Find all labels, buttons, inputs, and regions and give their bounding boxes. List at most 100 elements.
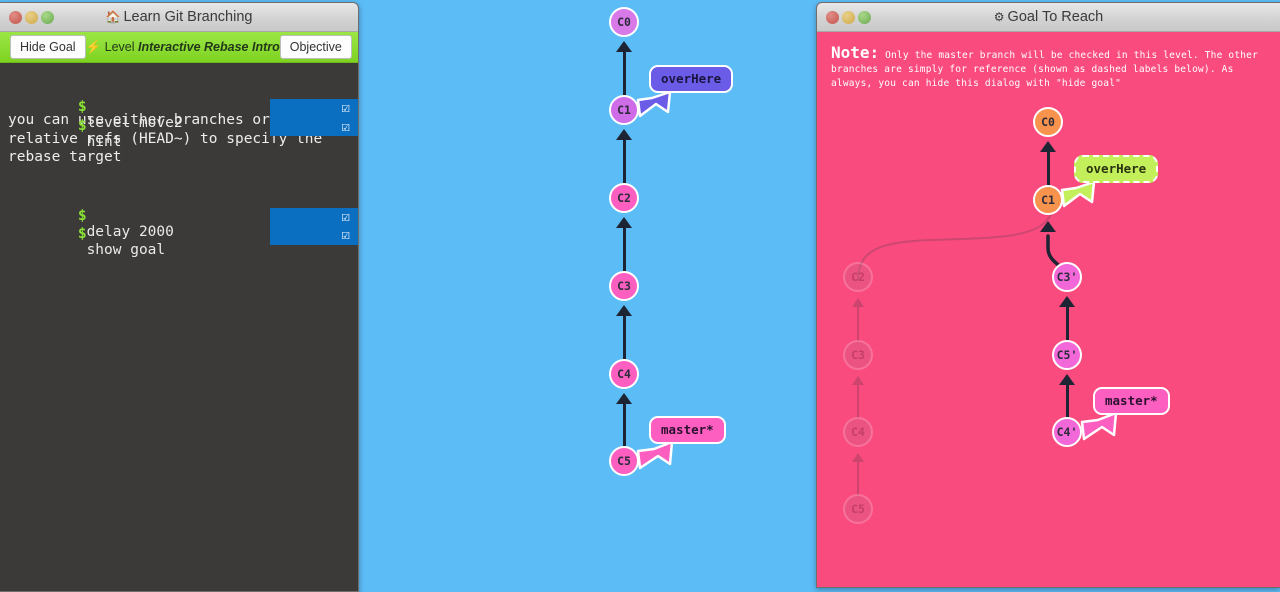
commit-node[interactable]: C2: [843, 262, 873, 292]
goal-note-heading: Note:: [831, 43, 880, 62]
commit-node-label: C5': [1056, 348, 1078, 362]
maximize-window-button[interactable]: [41, 10, 54, 24]
commit-node-label: C2: [617, 191, 631, 205]
goal-branch-label-master[interactable]: master*: [1093, 387, 1170, 415]
check-icon: ☑: [341, 227, 350, 244]
level-bar: Hide Goal ⚡ Level Interactive Rebase Int…: [0, 32, 358, 63]
window-traffic-lights: [817, 10, 871, 24]
commit-node[interactable]: C0: [609, 7, 639, 37]
edge-goal-c5p-c3p: [1065, 307, 1069, 341]
level-name: Interactive Rebase Intro: [138, 39, 280, 54]
prompt-symbol: $: [77, 226, 87, 242]
commit-node-label: C4: [617, 367, 631, 381]
goal-overhere-label-pointer: [1060, 180, 1096, 208]
arrowhead-c4-c3: [616, 305, 632, 316]
arrowhead-c1-c0: [616, 41, 632, 52]
gear-icon: ⚙: [993, 10, 1005, 24]
commit-node[interactable]: C4: [843, 417, 873, 447]
arrowhead-goal-c4-c3: [852, 376, 864, 385]
goal-to-reach-window: ⚙ Goal To Reach Note: Only the master bra…: [816, 2, 1280, 588]
arrowhead-goal-c3p-c1: [1040, 221, 1056, 232]
level-prefix: Level: [104, 39, 135, 54]
edge-c4-c3: [622, 316, 626, 359]
edge-goal-c5-c4: [857, 462, 859, 495]
objective-button[interactable]: Objective: [279, 34, 352, 60]
commit-node[interactable]: C5: [843, 494, 873, 524]
commit-node[interactable]: C3: [843, 340, 873, 370]
arrowhead-goal-c5p-c3p: [1059, 296, 1075, 307]
command-text-value: level move2: [86, 115, 183, 131]
command-text-value: hint: [86, 133, 122, 150]
command-text: delay 2000: [78, 224, 174, 240]
branch-label-master[interactable]: master*: [649, 416, 726, 444]
window-traffic-lights: [0, 10, 54, 24]
commit-node-label: C5: [851, 502, 865, 516]
commit-node[interactable]: C5': [1052, 340, 1082, 370]
bolt-icon: ⚡: [85, 39, 102, 54]
branch-label-text: overHere: [1086, 161, 1147, 176]
goal-branch-label-overhere[interactable]: overHere: [1074, 155, 1159, 183]
commit-node[interactable]: C0: [1033, 107, 1063, 137]
commit-node[interactable]: C2: [609, 183, 639, 213]
left-window-title-text: Learn Git Branching: [123, 9, 253, 25]
arrowhead-goal-c1-c0: [1040, 141, 1056, 152]
commit-node-label: C1: [617, 103, 631, 117]
right-window-title-text: Goal To Reach: [1007, 9, 1104, 25]
learn-git-branching-window: 🏠 Learn Git Branching Hide Goal ⚡ Level I…: [0, 2, 359, 592]
arrowhead-c5-c4: [616, 393, 632, 404]
command-text-value: delay 2000: [86, 223, 174, 240]
home-icon: 🏠: [105, 10, 121, 24]
branch-label-text: master*: [1105, 393, 1158, 408]
commit-node-label: C5: [617, 454, 631, 468]
maximize-window-button[interactable]: [858, 10, 871, 24]
overhere-label-pointer: [636, 90, 672, 118]
commit-node-label: C3': [1056, 270, 1078, 284]
close-window-button[interactable]: [9, 10, 22, 24]
branch-label-overhere[interactable]: overHere: [649, 65, 734, 93]
commit-node-label: C0: [1041, 115, 1055, 129]
app-root: C0 C1 C2 C3 C4 C5 overHere master* 🏠 Lear…: [0, 0, 1280, 592]
goal-note: Note: Only the master branch will be che…: [817, 32, 1280, 91]
arrowhead-c2-c1: [616, 129, 632, 140]
hide-goal-button[interactable]: Hide Goal: [10, 34, 86, 60]
commit-node[interactable]: C4: [609, 359, 639, 389]
commit-node-label: C1: [1041, 193, 1055, 207]
commit-node-label: C2: [851, 270, 865, 284]
commit-node-label: C0: [617, 15, 631, 29]
edge-goal-c1-c0: [1046, 152, 1050, 186]
command-text: hint: [78, 134, 122, 150]
goal-note-body: Only the master branch will be checked i…: [831, 50, 1259, 89]
terminal-command-row: ☑ $ delay 2000: [0, 176, 358, 240]
right-window-title: ⚙ Goal To Reach: [817, 9, 1280, 25]
edge-goal-c3-c2: [857, 307, 859, 341]
prompt-symbol: $: [77, 117, 87, 134]
commit-node-label: C4': [1056, 425, 1078, 439]
edge-goal-c4-c3: [857, 385, 859, 418]
minimize-window-button[interactable]: [25, 10, 38, 24]
commit-node[interactable]: C3: [609, 271, 639, 301]
command-text: level move2: [78, 115, 183, 131]
left-window-titlebar[interactable]: 🏠 Learn Git Branching: [0, 3, 358, 32]
terminal-spacer: [0, 168, 358, 176]
edge-c5-c4: [622, 404, 626, 446]
close-window-button[interactable]: [826, 10, 839, 24]
edge-c1-c0: [622, 52, 626, 95]
current-tree-canvas: [359, 0, 816, 592]
arrowhead-goal-c3-c2: [852, 298, 864, 307]
commit-node-label: C3: [851, 348, 865, 362]
level-title: ⚡ Level Interactive Rebase Intro: [86, 40, 280, 55]
arrowhead-c3-c2: [616, 217, 632, 228]
edge-c2-c1: [622, 140, 626, 183]
command-text: show goal: [78, 242, 166, 258]
minimize-window-button[interactable]: [842, 10, 855, 24]
arrowhead-goal-c4p-c5p: [1059, 374, 1075, 385]
edge-c3-c2: [622, 228, 626, 271]
right-window-titlebar[interactable]: ⚙ Goal To Reach: [817, 3, 1280, 32]
branch-label-text: master*: [661, 422, 714, 437]
terminal-output[interactable]: ☑ $ level move2 ☑ $ hint you can use eit…: [0, 63, 358, 591]
command-highlight: ☑: [270, 117, 358, 136]
branch-label-text: overHere: [661, 71, 722, 86]
current-tree-edges-svg: [359, 0, 816, 592]
command-text-value: show goal: [86, 242, 166, 258]
commit-node[interactable]: C3': [1052, 262, 1082, 292]
